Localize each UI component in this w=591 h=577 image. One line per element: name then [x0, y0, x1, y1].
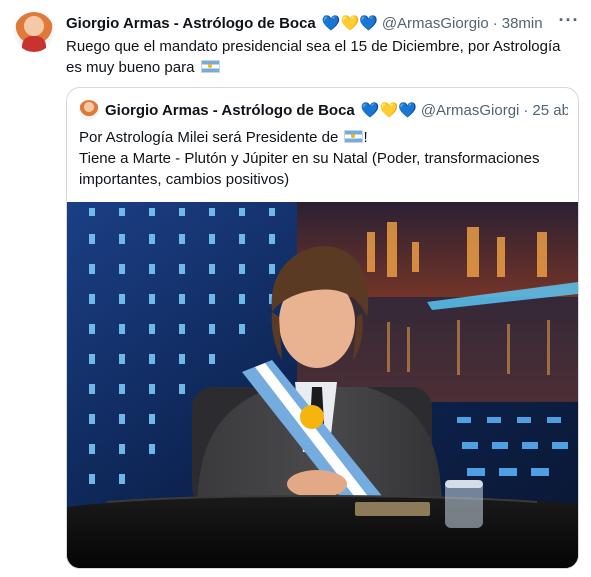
blue-heart-icon: 💙 [360, 102, 380, 119]
tweet-text: Ruego que el mandato presidencial sea el… [66, 36, 576, 78]
tweet[interactable]: Giorgio Armas - Astrólogo de Boca 💙💛💙 @A… [0, 0, 591, 577]
quoted-tweet-time: 25 abr. [532, 101, 568, 119]
separator: · [492, 14, 498, 32]
yellow-heart-icon: 💛 [379, 102, 399, 119]
blue-heart-icon: 💙 [359, 15, 378, 32]
quoted-author-avatar [79, 100, 99, 120]
author-avatar[interactable] [14, 12, 54, 52]
separator: · [523, 101, 529, 119]
more-options-icon[interactable]: ··· [557, 8, 581, 32]
argentina-flag-icon [344, 130, 364, 143]
quoted-text-line: importantes, cambios positivos) [79, 171, 290, 188]
tweet-photo[interactable] [67, 202, 578, 568]
quoted-text-line: Por Astrología Milei será Presidente de … [79, 127, 567, 148]
author-handle[interactable]: @ArmasGiorgio [382, 15, 489, 32]
author-hearts: 💙💛💙 [322, 14, 378, 32]
yellow-heart-icon: 💛 [340, 15, 360, 32]
tweet-text-line: es muy bueno para [66, 57, 576, 78]
quoted-text-line: Tiene a Marte - Plutón y Júpiter en su N… [79, 150, 540, 167]
argentina-flag-icon [200, 60, 220, 73]
quoted-tweet-header: Giorgio Armas - Astrólogo de Boca 💙💛💙 @A… [79, 100, 568, 120]
photo-illustration [67, 202, 578, 568]
quoted-text-fragment: ! [363, 129, 368, 146]
quoted-author-handle: @ArmasGiorgi [420, 101, 520, 119]
tweet-text-fragment: es muy bueno para [66, 59, 195, 76]
author-name[interactable]: Giorgio Armas - Astrólogo de Boca [66, 15, 316, 32]
quoted-author-hearts: 💙💛💙 [361, 101, 417, 119]
blue-heart-icon: 💙 [398, 102, 417, 119]
quoted-tweet[interactable]: Giorgio Armas - Astrólogo de Boca 💙💛💙 @A… [66, 87, 579, 569]
quoted-author-name: Giorgio Armas - Astrólogo de Boca [105, 101, 355, 119]
tweet-header: Giorgio Armas - Astrólogo de Boca 💙💛💙 @A… [66, 13, 579, 33]
tweet-text-line: Ruego que el mandato presidencial sea el… [66, 38, 561, 55]
tweet-time[interactable]: 38min [502, 15, 543, 32]
quoted-tweet-text: Por Astrología Milei será Presidente de … [79, 127, 567, 190]
blue-heart-icon: 💙 [321, 15, 341, 32]
quoted-text-fragment: Por Astrología Milei será Presidente de [79, 129, 339, 146]
